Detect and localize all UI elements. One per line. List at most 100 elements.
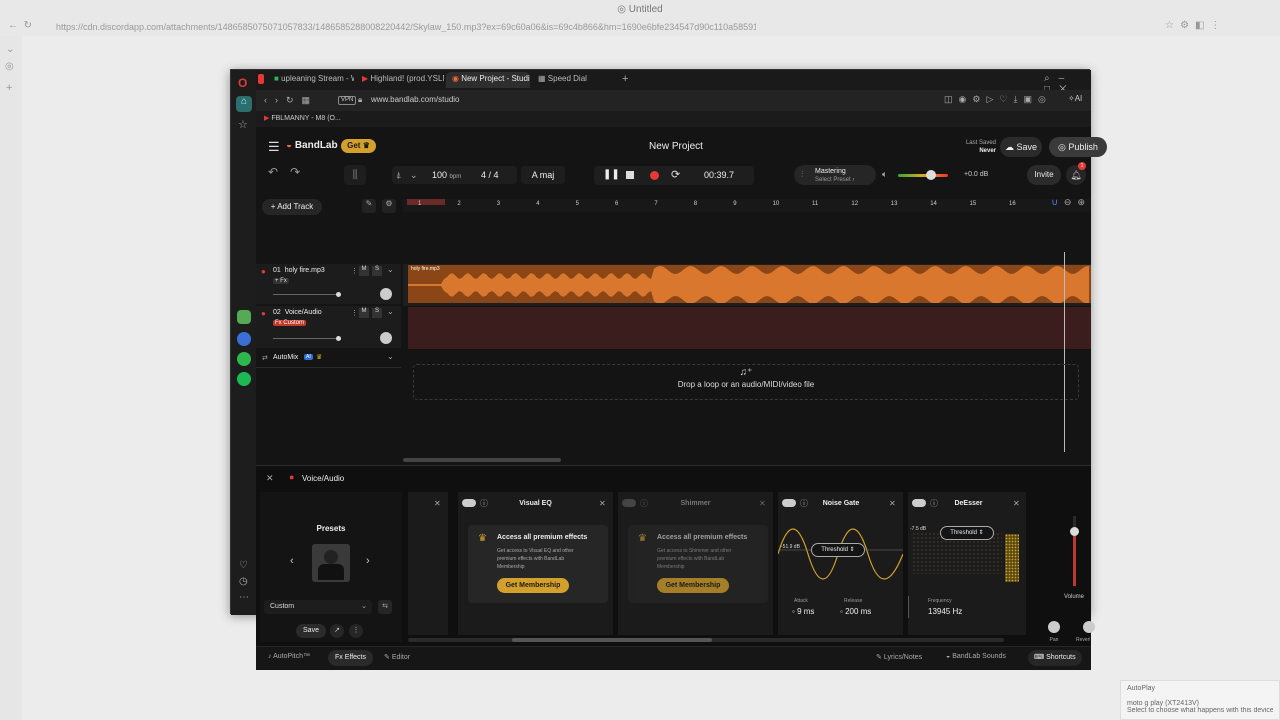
frequency-band[interactable] [1005, 534, 1019, 582]
track-lane-2[interactable] [408, 307, 1091, 349]
mixer-icon[interactable]: ⫼ [344, 165, 366, 185]
shortcuts-button[interactable]: ⌨ Shortcuts [1028, 650, 1082, 666]
mastering-button[interactable]: ⫶ Mastering Select Preset › [794, 165, 876, 185]
star-icon[interactable]: ☆ [1165, 20, 1180, 31]
magic-icon[interactable]: ✎ [362, 199, 376, 213]
timeline-ruler[interactable]: 1 2 3 4 5 6 7 8 9 10 11 12 13 14 15 16 [403, 199, 1091, 212]
search-icon[interactable]: ⌕ [1044, 73, 1059, 84]
grid-icon[interactable]: ▦ [302, 95, 319, 105]
metronome-icon[interactable]: ⍋ [396, 166, 401, 184]
zoom-in-icon[interactable]: ⊕ [1077, 197, 1091, 207]
record-icon[interactable] [650, 171, 659, 180]
sounds-tab[interactable]: ◒ BandLab Sounds [946, 653, 1006, 660]
close-icon[interactable]: ✕ [889, 499, 896, 508]
attack-value[interactable]: ◦ 9 ms [792, 607, 814, 616]
solo-button[interactable]: S [372, 308, 382, 318]
download-icon[interactable]: ⤓ [1013, 94, 1023, 104]
track-volume-thumb[interactable] [336, 292, 341, 297]
bpm-field[interactable]: 100 bpm [432, 166, 461, 186]
autopitch-tab[interactable]: ♪ AutoPitch™ [268, 653, 310, 660]
bookmark-item[interactable]: ▶ FBLMANNY - M8 (O... [264, 114, 341, 122]
plus-icon[interactable]: + [6, 82, 12, 94]
master-volume-slider[interactable] [898, 174, 948, 177]
preset-thumbnail[interactable] [312, 544, 350, 582]
threshold-handle[interactable]: Threshold ⇕ [940, 526, 994, 540]
preset-save-button[interactable]: Save [296, 624, 326, 638]
tab-highland[interactable]: ▶ Highland! (prod.YSLM [356, 72, 444, 88]
fx-scrollbar-thumb[interactable] [512, 638, 712, 642]
menu-icon[interactable]: ☰ [268, 139, 280, 155]
track-fx-button[interactable]: Fx Custom [273, 320, 307, 326]
horizontal-scrollbar[interactable] [403, 458, 561, 462]
key-selector[interactable]: A maj [521, 166, 565, 184]
back-icon[interactable]: ← [8, 20, 18, 31]
audio-clip[interactable]: holy fire.mp3 [408, 265, 1091, 303]
stop-icon[interactable] [626, 171, 634, 179]
time-signature[interactable]: 4 / 4 [481, 166, 499, 184]
chevron-left-icon[interactable]: ‹ [290, 555, 294, 567]
track-header-2[interactable]: ● 02 Voice/Audio Fx Custom ⋮ M S ⌄ [256, 306, 401, 348]
chevron-down-icon[interactable]: ⌄ [387, 307, 394, 316]
volume-fader-thumb[interactable] [1070, 527, 1079, 536]
track-volume-slider[interactable] [273, 294, 341, 295]
get-membership-button[interactable]: Get ♛ [341, 139, 376, 153]
track-volume-thumb[interactable] [336, 336, 341, 341]
ai-button[interactable]: ✧AI [1068, 94, 1082, 103]
track-pan-knob[interactable] [380, 288, 392, 300]
outer-address-bar[interactable]: https://cdn.discordapp.com/attachments/1… [56, 22, 756, 32]
volume-knob[interactable] [926, 170, 936, 180]
loop-region[interactable] [407, 199, 445, 205]
tracks-settings-icon[interactable]: ⚙ [382, 199, 396, 213]
zoom-out-icon[interactable]: ⊖ [1064, 197, 1078, 207]
snapshot-icon[interactable]: ◉ [959, 94, 973, 104]
mute-button[interactable]: M [359, 266, 369, 276]
more-icon[interactable]: ⋯ [239, 592, 249, 603]
new-tab-icon[interactable]: + [622, 73, 628, 85]
spotify-icon[interactable] [237, 372, 251, 386]
url-field[interactable]: www.bandlab.com/studio [371, 95, 460, 104]
share-icon[interactable]: ↗ [330, 624, 344, 638]
back-icon[interactable]: ‹ [264, 95, 275, 105]
close-icon[interactable]: ✕ [759, 499, 766, 508]
lyrics-tab[interactable]: ✎ Lyrics/Notes [876, 653, 922, 661]
history-icon[interactable]: ◷ [239, 576, 248, 587]
close-icon[interactable]: ✕ [434, 499, 441, 508]
track-name[interactable]: 02 Voice/Audio [273, 309, 322, 316]
minimize-icon[interactable]: – [1059, 73, 1074, 84]
close-icon[interactable]: ✕ [1013, 499, 1020, 508]
star-icon[interactable]: ☆ [238, 118, 248, 131]
chevron-down-icon[interactable]: ⌄ [410, 166, 418, 184]
preset-compare-icon[interactable]: ⇆ [378, 600, 392, 614]
reload-icon[interactable]: ↻ [24, 20, 32, 31]
app-icon[interactable] [237, 310, 251, 324]
settings-icon[interactable]: ⚙ [1180, 20, 1195, 31]
effects-tab[interactable]: Fx Effects [328, 650, 374, 666]
drop-zone[interactable]: ♫⁺ Drop a loop or an audio/MIDI/video fi… [413, 364, 1079, 400]
more-icon[interactable]: ⋮ [349, 624, 363, 638]
track-fx-button[interactable]: + Fx [273, 278, 289, 284]
playhead[interactable] [1064, 252, 1065, 452]
vpn-badge[interactable]: VPN [338, 96, 357, 105]
track-volume-slider[interactable] [273, 338, 341, 339]
globe-icon[interactable]: ◎ [5, 61, 14, 72]
pause-icon[interactable]: ❚❚ [603, 169, 620, 180]
get-membership-button[interactable]: Get Membership [497, 578, 569, 593]
notification-toast[interactable]: AutoPlay moto g play (XT2413V) Select to… [1120, 680, 1280, 720]
heart-icon[interactable]: ♡ [239, 560, 248, 571]
frequency-value[interactable]: 13945 Hz [928, 607, 962, 616]
invite-button[interactable]: Invite [1027, 165, 1061, 185]
menu-icon[interactable]: ⋮ [1210, 20, 1226, 31]
fx-scrollbar[interactable] [408, 638, 1004, 642]
track-more-icon[interactable]: ⋮ [351, 267, 358, 275]
settings-icon[interactable]: ⚙ [972, 94, 986, 104]
speaker-icon[interactable]: 🔈︎ [882, 169, 887, 180]
pan-knob[interactable] [1048, 621, 1060, 633]
solo-button[interactable]: S [372, 266, 382, 276]
profile-icon[interactable]: ◎ [1038, 94, 1052, 104]
toggle-icon[interactable] [912, 499, 926, 507]
magnet-icon[interactable]: ∪ [1051, 197, 1064, 207]
play-icon[interactable]: ▷ [986, 94, 999, 104]
publish-button[interactable]: ◎ Publish [1049, 137, 1107, 157]
track-name[interactable]: 01 holy fire.mp3 [273, 267, 325, 274]
whatsapp-icon[interactable] [237, 352, 251, 366]
